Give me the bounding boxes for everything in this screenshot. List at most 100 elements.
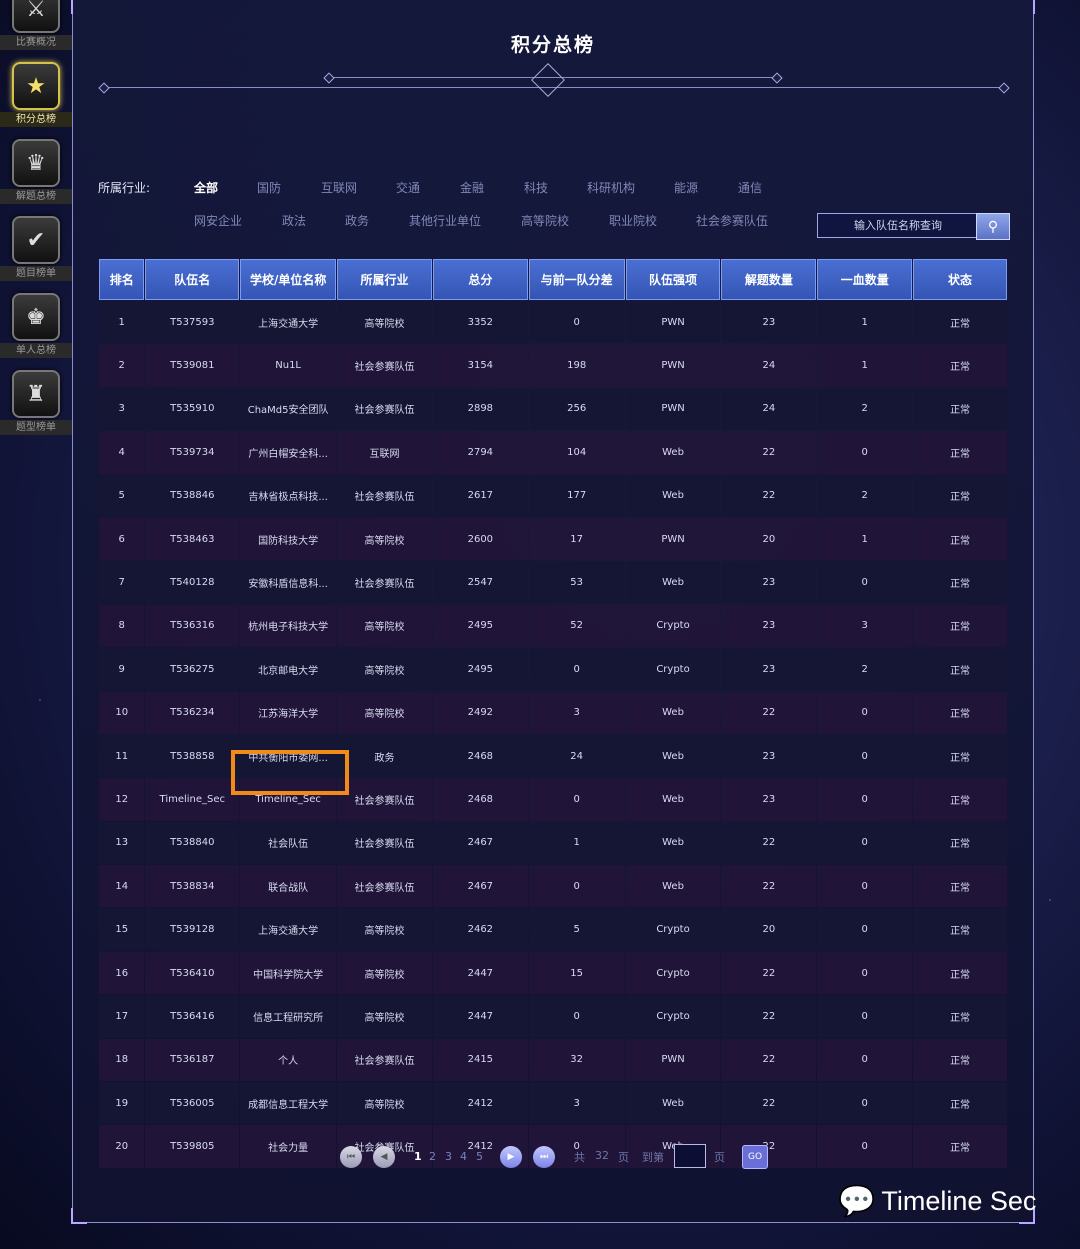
table-row: 13 T538840 社会队伍 社会参赛队伍 2467 1 Web 22 0 正常: [99, 821, 1007, 865]
cell-status: 正常: [913, 344, 1007, 387]
cell-first-blood-count: 0: [817, 951, 913, 995]
filter-defense[interactable]: 国防: [257, 179, 281, 196]
cell-team-strength: PWN: [625, 1038, 721, 1082]
cell-rank: 2: [99, 344, 145, 387]
cell-solved-count: 23: [721, 734, 817, 778]
cell-status: 正常: [913, 431, 1007, 474]
sidebar-item-solve-board[interactable]: ♛ 解题总榜: [0, 132, 72, 204]
filter-internet[interactable]: 互联网: [321, 179, 357, 196]
filter-security-company[interactable]: 网安企业: [194, 212, 242, 229]
cell-school: 上海交通大学: [240, 908, 337, 951]
column-header-team-name: 队伍名: [145, 259, 240, 300]
filter-all[interactable]: 全部: [194, 179, 218, 196]
sidebar-item-overview[interactable]: ⚔ 比赛概况: [0, 0, 72, 50]
cell-rank: 9: [99, 648, 145, 691]
industry-filter-label: 所属行业:: [98, 181, 151, 195]
crown-icon: ♚: [12, 293, 60, 341]
cell-team-name: Timeline_Sec: [145, 778, 240, 821]
cell-total-score: 2415: [432, 1038, 528, 1082]
filter-government[interactable]: 政务: [345, 212, 369, 229]
cup-icon: ♜: [12, 370, 60, 418]
scoreboard-table: 排名 队伍名 学校/单位名称 所属行业 总分 与前一队分差 队伍强项 解题数量 一血数量 状态 1…: [98, 258, 1008, 1169]
cell-solved-count: 22: [721, 1082, 817, 1125]
cell-status: 正常: [913, 908, 1007, 951]
cell-solved-count: 23: [721, 604, 817, 648]
filter-transport[interactable]: 交通: [396, 179, 420, 196]
column-header-rank: 排名: [99, 259, 145, 300]
cell-score-gap: 32: [528, 1038, 625, 1082]
cell-status: 正常: [913, 691, 1007, 734]
filter-finance[interactable]: 金融: [460, 179, 484, 196]
filter-social-teams[interactable]: 社会参赛队伍: [696, 212, 768, 229]
filter-technology[interactable]: 科技: [524, 179, 548, 196]
cell-status: 正常: [913, 1082, 1007, 1125]
cell-first-blood-count: 0: [817, 778, 913, 821]
cell-first-blood-count: 0: [817, 561, 913, 604]
cell-rank: 10: [99, 691, 145, 734]
page-number[interactable]: 2: [429, 1150, 436, 1163]
cell-solved-count: 24: [721, 387, 817, 431]
table-body: 1 T537593 上海交通大学 高等院校 3352 0 PWN 23 1 正常 2 T539081 N…: [99, 301, 1007, 1168]
corner-decoration: [71, 1208, 87, 1224]
cell-team-strength: Web: [625, 865, 721, 908]
cell-first-blood-count: 2: [817, 387, 913, 431]
cell-team-strength: Crypto: [625, 908, 721, 951]
page-number[interactable]: 1: [414, 1150, 422, 1163]
cell-solved-count: 22: [721, 865, 817, 908]
filter-law[interactable]: 政法: [282, 212, 306, 229]
cell-solved-count: 20: [721, 908, 817, 951]
prev-page-button[interactable]: ◀: [373, 1146, 395, 1168]
cell-industry: 社会参赛队伍: [337, 1038, 432, 1082]
trophy-icon: ♛: [12, 139, 60, 187]
cell-total-score: 2492: [432, 691, 528, 734]
cell-school: 上海交通大学: [240, 301, 337, 344]
cell-industry: 政务: [337, 734, 432, 778]
cell-score-gap: 177: [528, 474, 625, 517]
cell-school: 中国科学院大学: [240, 951, 337, 995]
cell-school: 广州白帽安全科...: [240, 431, 337, 474]
cell-total-score: 2468: [432, 778, 528, 821]
table-row: 17 T536416 信息工程研究所 高等院校 2447 0 Crypto 22 0 正常: [99, 995, 1007, 1038]
go-button[interactable]: GO: [742, 1145, 768, 1169]
cell-score-gap: 0: [528, 301, 625, 344]
sidebar-item-individual-board[interactable]: ♚ 单人总榜: [0, 286, 72, 358]
filter-energy[interactable]: 能源: [674, 179, 698, 196]
cell-status: 正常: [913, 778, 1007, 821]
filter-telecom[interactable]: 通信: [738, 179, 762, 196]
cell-team-name: T539128: [145, 908, 240, 951]
cell-school: Nu1L: [240, 344, 337, 387]
cell-status: 正常: [913, 301, 1007, 344]
page-number[interactable]: 5: [476, 1150, 483, 1163]
cell-status: 正常: [913, 995, 1007, 1038]
sidebar-item-challenge-board[interactable]: ✔ 题目榜单: [0, 209, 72, 281]
filter-other-units[interactable]: 其他行业单位: [409, 212, 481, 229]
first-page-button[interactable]: ⏮: [340, 1146, 362, 1168]
cell-school: 吉林省极点科技...: [240, 474, 337, 517]
sidebar-item-category-board[interactable]: ♜ 题型榜单: [0, 363, 72, 435]
team-search-input[interactable]: 输入队伍名称查询: [817, 213, 979, 238]
cell-industry: 高等院校: [337, 951, 432, 995]
cell-team-strength: PWN: [625, 387, 721, 431]
page-number[interactable]: 4: [460, 1150, 467, 1163]
cell-first-blood-count: 0: [817, 995, 913, 1038]
filter-research[interactable]: 科研机构: [587, 179, 635, 196]
filter-vocational[interactable]: 职业院校: [609, 212, 657, 229]
table-row: 8 T536316 杭州电子科技大学 高等院校 2495 52 Crypto 23 3 正常: [99, 604, 1007, 648]
filter-university[interactable]: 高等院校: [521, 212, 569, 229]
goto-page-input[interactable]: [674, 1144, 706, 1168]
cell-team-strength: Web: [625, 691, 721, 734]
column-header-score-gap: 与前一队分差: [528, 259, 625, 300]
cell-rank: 13: [99, 821, 145, 865]
last-page-button[interactable]: ⏭: [533, 1146, 555, 1168]
search-button[interactable]: ⚲: [976, 213, 1010, 240]
next-page-button[interactable]: ▶: [500, 1146, 522, 1168]
cell-solved-count: 22: [721, 1038, 817, 1082]
table-row: 10 T536234 江苏海洋大学 高等院校 2492 3 Web 22 0 正常: [99, 691, 1007, 734]
sidebar-item-score-board[interactable]: ★ 积分总榜: [0, 55, 72, 127]
page-number[interactable]: 3: [445, 1150, 452, 1163]
divider-dot: [771, 72, 783, 84]
cell-industry: 社会参赛队伍: [337, 387, 432, 431]
cell-rank: 16: [99, 951, 145, 995]
cell-score-gap: 0: [528, 778, 625, 821]
cell-team-strength: PWN: [625, 301, 721, 344]
